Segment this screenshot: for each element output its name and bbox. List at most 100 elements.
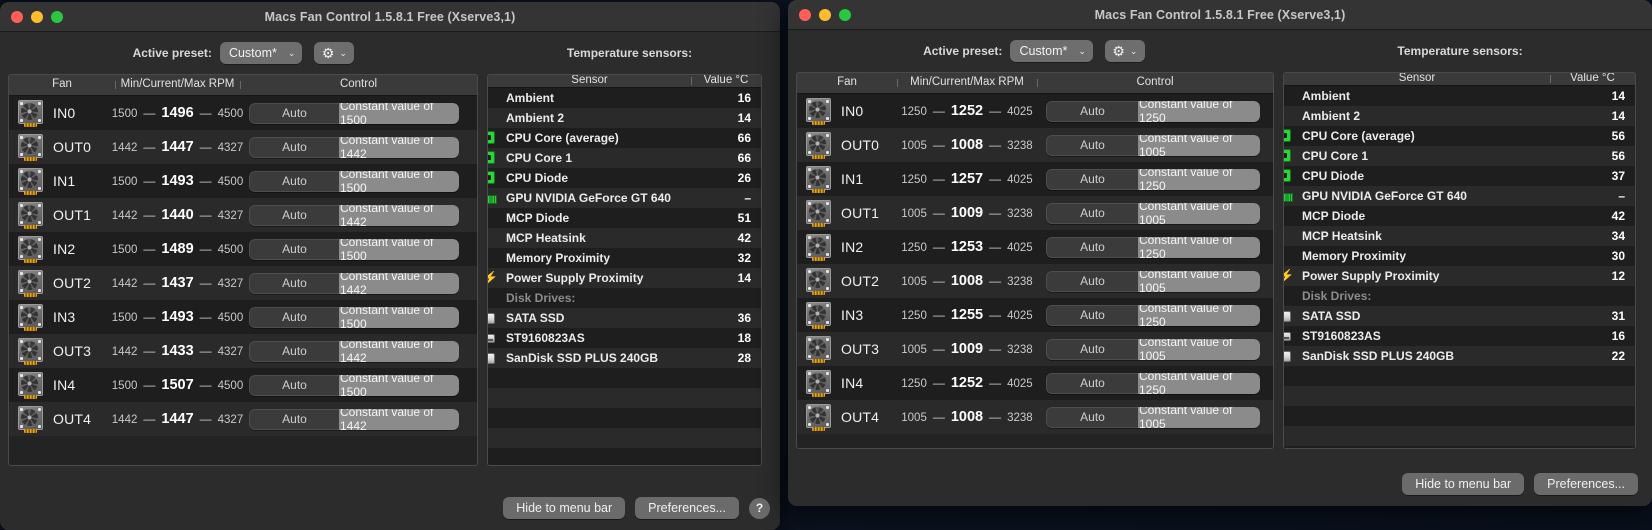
close-icon[interactable] — [11, 10, 23, 23]
fan-row[interactable]: IN1 1250 — 1257 — 4025 Auto Constant value of 1… — [797, 162, 1273, 196]
sensor-row[interactable]: SanDisk SSD PLUS 240GB 28 — [488, 347, 761, 368]
sensor-row[interactable]: Memory Proximity 30 — [1284, 245, 1635, 266]
fan-mode-constant-option[interactable]: Constant value of 1250 — [1138, 100, 1260, 122]
fan-mode-auto-option[interactable]: Auto — [249, 102, 339, 124]
preset-dropdown[interactable]: Custom* ⌄ — [1010, 40, 1093, 62]
fan-mode-auto-option[interactable]: Auto — [249, 340, 339, 362]
fan-mode-auto-option[interactable]: Auto — [249, 306, 339, 328]
fan-mode-auto-option[interactable]: Auto — [1046, 270, 1138, 292]
fan-mode-constant-option[interactable]: Constant value of 1250 — [1138, 236, 1260, 258]
fan-mode-auto-option[interactable]: Auto — [1046, 134, 1138, 156]
fan-row[interactable]: IN3 1500—1493—4500 Auto Constant value of 1… — [9, 300, 477, 334]
fan-mode-auto-option[interactable]: Auto — [1046, 100, 1138, 122]
sensor-row[interactable]: CPU Core (average) 56 — [1284, 125, 1635, 146]
fan-mode-segmented-control[interactable]: Auto Constant value of 1250 — [1046, 304, 1260, 326]
hide-to-menu-bar-button[interactable]: Hide to menu bar — [503, 497, 626, 519]
sensor-row[interactable]: Ambient 2 14 — [1284, 105, 1635, 126]
sensor-row[interactable]: SanDisk SSD PLUS 240GB 22 — [1284, 345, 1635, 366]
zoom-icon[interactable] — [51, 10, 63, 23]
titlebar-left[interactable]: Macs Fan Control 1.5.8.1 Free (Xserve3,1… — [0, 2, 780, 32]
fan-mode-segmented-control[interactable]: Auto Constant value of 1250 — [1046, 100, 1260, 122]
fan-mode-segmented-control[interactable]: Auto Constant value of 1500 — [249, 306, 459, 328]
fan-mode-segmented-control[interactable]: Auto Constant value of 1500 — [249, 102, 459, 124]
fan-row[interactable]: OUT4 1005 — 1008 — 3238 Auto Constant value of … — [797, 400, 1273, 434]
fan-mode-constant-option[interactable]: Constant value of 1005 — [1138, 338, 1260, 360]
fan-row[interactable]: OUT3 1442—1433—4327 Auto Constant value of … — [9, 334, 477, 368]
fan-mode-auto-option[interactable]: Auto — [1046, 338, 1138, 360]
sensor-row[interactable]: CPU Diode 26 — [488, 167, 761, 188]
close-icon[interactable] — [799, 8, 811, 21]
fan-mode-segmented-control[interactable]: Auto Constant value of 1005 — [1046, 134, 1260, 156]
fan-mode-auto-option[interactable]: Auto — [249, 170, 339, 192]
sensor-row[interactable]: SATA SSD 36 — [488, 307, 761, 328]
fan-mode-constant-option[interactable]: Constant value of 1005 — [1138, 406, 1260, 428]
sensor-row[interactable]: CPU Core 1 56 — [1284, 145, 1635, 166]
fan-mode-auto-option[interactable]: Auto — [249, 204, 339, 226]
sensor-row[interactable]: Ambient 16 — [488, 87, 761, 108]
sensor-row[interactable]: CPU Diode 37 — [1284, 165, 1635, 186]
fan-mode-auto-option[interactable]: Auto — [1046, 168, 1138, 190]
fan-mode-auto-option[interactable]: Auto — [249, 374, 339, 396]
settings-menu-button[interactable]: ⚙ ⌄ — [1104, 40, 1145, 62]
sensor-row[interactable]: ST9160823AS 16 — [1284, 325, 1635, 346]
fan-mode-segmented-control[interactable]: Auto Constant value of 1442 — [249, 408, 459, 430]
fan-mode-segmented-control[interactable]: Auto Constant value of 1250 — [1046, 236, 1260, 258]
sensor-row[interactable]: SATA SSD 31 — [1284, 305, 1635, 326]
settings-menu-button[interactable]: ⚙ ⌄ — [314, 42, 355, 64]
fan-mode-auto-option[interactable]: Auto — [249, 136, 339, 158]
fan-row[interactable]: IN3 1250 — 1255 — 4025 Auto Constant value of 1… — [797, 298, 1273, 332]
fan-mode-constant-option[interactable]: Constant value of 1500 — [339, 306, 459, 328]
fan-mode-segmented-control[interactable]: Auto Constant value of 1500 — [249, 238, 459, 260]
fan-mode-auto-option[interactable]: Auto — [249, 238, 339, 260]
sensor-row[interactable]: Ambient 2 14 — [488, 107, 761, 128]
fan-row[interactable]: IN2 1500—1489—4500 Auto Constant value of 1… — [9, 232, 477, 266]
preferences-button[interactable]: Preferences... — [635, 497, 739, 519]
fan-mode-constant-option[interactable]: Constant value of 1442 — [339, 340, 459, 362]
fan-row[interactable]: OUT2 1005 — 1008 — 3238 Auto Constant value of … — [797, 264, 1273, 298]
titlebar-right[interactable]: Macs Fan Control 1.5.8.1 Free (Xserve3,1… — [788, 0, 1652, 30]
sensor-row[interactable]: MCP Diode 51 — [488, 207, 761, 228]
sensor-row[interactable]: ST9160823AS 18 — [488, 327, 761, 348]
fan-mode-constant-option[interactable]: Constant value of 1500 — [339, 374, 459, 396]
fan-mode-segmented-control[interactable]: Auto Constant value of 1250 — [1046, 372, 1260, 394]
fan-row[interactable]: OUT4 1442—1447—4327 Auto Constant value of … — [9, 402, 477, 436]
fan-mode-segmented-control[interactable]: Auto Constant value of 1250 — [1046, 168, 1260, 190]
fan-row[interactable]: OUT3 1005 — 1009 — 3238 Auto Constant value of … — [797, 332, 1273, 366]
sensor-row[interactable]: MCP Heatsink 42 — [488, 227, 761, 248]
fan-mode-constant-option[interactable]: Constant value of 1250 — [1138, 168, 1260, 190]
zoom-icon[interactable] — [839, 8, 851, 21]
fan-mode-constant-option[interactable]: Constant value of 1005 — [1138, 134, 1260, 156]
fan-row[interactable]: IN2 1250 — 1253 — 4025 Auto Constant value of 1… — [797, 230, 1273, 264]
fan-row[interactable]: OUT2 1442—1437—4327 Auto Constant value of … — [9, 266, 477, 300]
sensor-row[interactable]: CPU Core 1 66 — [488, 147, 761, 168]
fan-mode-auto-option[interactable]: Auto — [1046, 304, 1138, 326]
fan-mode-constant-option[interactable]: Constant value of 1442 — [339, 136, 459, 158]
fan-row[interactable]: IN0 1500—1496—4500 Auto Constant value of 1… — [9, 96, 477, 130]
fan-row[interactable]: OUT1 1005 — 1009 — 3238 Auto Constant value of … — [797, 196, 1273, 230]
preferences-button[interactable]: Preferences... — [1534, 473, 1638, 495]
help-button[interactable]: ? — [749, 497, 770, 519]
fan-mode-auto-option[interactable]: Auto — [1046, 202, 1138, 224]
fan-mode-constant-option[interactable]: Constant value of 1005 — [1138, 202, 1260, 224]
sensor-row[interactable]: Memory Proximity 32 — [488, 247, 761, 268]
fan-mode-constant-option[interactable]: Constant value of 1250 — [1138, 372, 1260, 394]
fan-mode-segmented-control[interactable]: Auto Constant value of 1442 — [249, 204, 459, 226]
fan-row[interactable]: IN1 1500—1493—4500 Auto Constant value of 1… — [9, 164, 477, 198]
fan-mode-constant-option[interactable]: Constant value of 1250 — [1138, 304, 1260, 326]
fan-row[interactable]: OUT0 1005 — 1008 — 3238 Auto Constant value of … — [797, 128, 1273, 162]
fan-mode-segmented-control[interactable]: Auto Constant value of 1005 — [1046, 338, 1260, 360]
minimize-icon[interactable] — [819, 8, 831, 21]
fan-mode-segmented-control[interactable]: Auto Constant value of 1500 — [249, 170, 459, 192]
fan-mode-auto-option[interactable]: Auto — [249, 408, 339, 430]
fan-mode-constant-option[interactable]: Constant value of 1442 — [339, 408, 459, 430]
fan-mode-auto-option[interactable]: Auto — [1046, 406, 1138, 428]
fan-mode-segmented-control[interactable]: Auto Constant value of 1442 — [249, 340, 459, 362]
preset-dropdown[interactable]: Custom* ⌄ — [219, 42, 303, 64]
fan-mode-constant-option[interactable]: Constant value of 1500 — [339, 238, 459, 260]
window-right[interactable]: Macs Fan Control 1.5.8.1 Free (Xserve3,1… — [788, 0, 1652, 506]
sensor-row[interactable]: GPU NVIDIA GeForce GT 640 – — [488, 187, 761, 208]
sensor-row[interactable]: Ambient 14 — [1284, 85, 1635, 106]
window-left[interactable]: Macs Fan Control 1.5.8.1 Free (Xserve3,1… — [0, 2, 780, 530]
sensor-row[interactable]: MCP Diode 42 — [1284, 205, 1635, 226]
sensor-row[interactable]: GPU NVIDIA GeForce GT 640 – — [1284, 185, 1635, 206]
